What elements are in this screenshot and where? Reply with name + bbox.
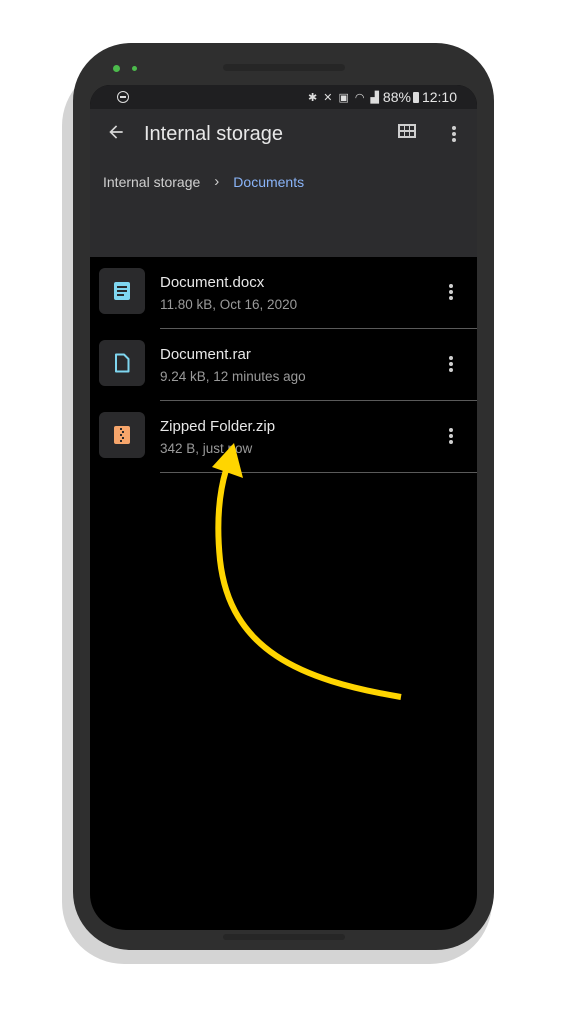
- do-not-disturb-icon: [117, 91, 129, 103]
- page-title: Internal storage: [144, 123, 283, 145]
- battery-percent: 88%: [382, 89, 411, 105]
- status-bar: ✱ ✕ ▣ ◠ ▟ 88% 12:10: [90, 85, 477, 109]
- file-icon: [115, 353, 130, 373]
- grid-view-icon: [398, 124, 416, 138]
- phone-frame: ✱ ✕ ▣ ◠ ▟ 88% 12:10 Internal storage Int…: [73, 43, 494, 950]
- grid-view-button[interactable]: [398, 124, 418, 144]
- signal-icon: ▟: [370, 91, 379, 104]
- file-meta: 342 B, just now: [160, 441, 253, 456]
- bluetooth-icon: ✱: [308, 91, 318, 104]
- breadcrumb-documents[interactable]: Documents: [233, 174, 304, 190]
- file-item-rar[interactable]: Document.rar 9.24 kB, 12 minutes ago: [90, 329, 477, 401]
- file-item-zip[interactable]: Zipped Folder.zip 342 B, just now: [90, 401, 477, 473]
- battery-saver-icon: ▣: [338, 91, 349, 104]
- breadcrumb: Internal storage › Documents: [103, 173, 304, 190]
- file-thumbnail: [99, 340, 145, 386]
- file-name: Document.docx: [160, 274, 265, 291]
- more-options-button[interactable]: [447, 124, 461, 144]
- sensor-dot: [132, 66, 137, 71]
- clock: 12:10: [421, 89, 457, 105]
- bottom-bar: [223, 934, 345, 940]
- file-meta: 11.80 kB, Oct 16, 2020: [160, 297, 298, 312]
- file-meta: 9.24 kB, 12 minutes ago: [160, 369, 306, 384]
- mute-icon: ✕: [323, 91, 333, 104]
- app-bar: Internal storage Internal storage › Docu…: [90, 109, 477, 257]
- file-name: Document.rar: [160, 346, 251, 363]
- file-more-button[interactable]: [444, 354, 458, 374]
- document-icon: [114, 282, 130, 300]
- chevron-right-icon: ›: [214, 173, 220, 190]
- breadcrumb-internal-storage[interactable]: Internal storage: [103, 174, 200, 190]
- back-button[interactable]: [104, 122, 128, 146]
- file-item-docx[interactable]: Document.docx 11.80 kB, Oct 16, 2020: [90, 257, 477, 329]
- file-more-button[interactable]: [444, 282, 458, 302]
- more-vert-icon: [452, 126, 456, 130]
- arrow-left-icon: [109, 125, 123, 139]
- file-thumbnail: [99, 268, 145, 314]
- file-list: Document.docx 11.80 kB, Oct 16, 2020 Doc…: [90, 257, 477, 473]
- file-more-button[interactable]: [444, 426, 458, 446]
- more-vert-icon: [449, 284, 453, 288]
- divider: [160, 472, 477, 473]
- file-name: Zipped Folder.zip: [160, 418, 276, 435]
- more-vert-icon: [449, 428, 453, 432]
- camera-dot: [113, 65, 120, 72]
- zip-icon: [114, 426, 130, 444]
- battery-icon: [412, 91, 419, 103]
- earpiece-speaker: [223, 64, 345, 71]
- screen: ✱ ✕ ▣ ◠ ▟ 88% 12:10 Internal storage Int…: [90, 85, 477, 930]
- more-vert-icon: [449, 356, 453, 360]
- file-thumbnail: [99, 412, 145, 458]
- wifi-icon: ◠: [354, 91, 365, 104]
